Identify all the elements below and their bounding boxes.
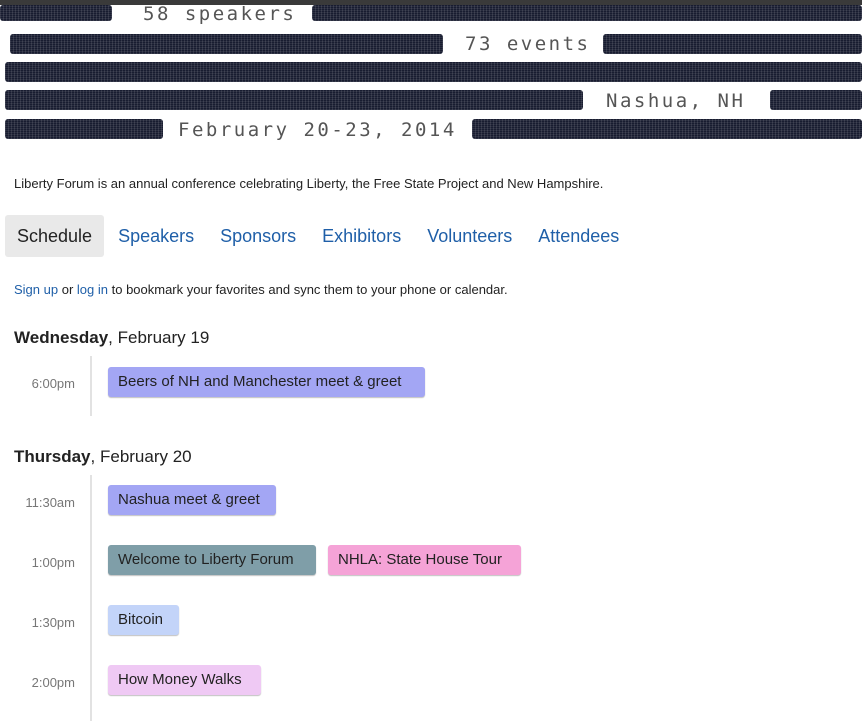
day-date: , February 20 [90, 447, 192, 466]
slot-time: 6:00pm [31, 376, 75, 391]
slot-time: 11:30am [25, 495, 75, 510]
banner-stripe [0, 5, 112, 21]
event-card[interactable]: How Money Walks [108, 665, 261, 695]
banner-stripe [770, 90, 862, 110]
tab-volunteers[interactable]: Volunteers [414, 215, 525, 257]
day-weekday: Thursday [14, 447, 91, 466]
tab-speakers[interactable]: Speakers [105, 215, 207, 257]
signup-link[interactable]: Sign up [14, 282, 58, 297]
slot-time: 1:30pm [31, 615, 75, 630]
speakers-count: 58 speakers [143, 3, 297, 25]
banner-stripe [312, 5, 862, 21]
timeline-line [90, 475, 92, 721]
tab-attendees[interactable]: Attendees [525, 215, 632, 257]
event-card[interactable]: Nashua meet & greet [108, 485, 276, 515]
signup-or: or [61, 282, 74, 297]
signup-rest: to bookmark your favorites and sync them… [111, 282, 508, 297]
events-count: 73 events [465, 33, 591, 55]
conference-banner: 58 speakers 73 events Nashua, NH Februar… [0, 0, 862, 150]
event-card[interactable]: Welcome to Liberty Forum [108, 545, 316, 575]
day-heading-wednesday: Wednesday, February 19 [14, 328, 209, 348]
login-link[interactable]: log in [77, 282, 108, 297]
banner-stripe [5, 90, 583, 110]
event-card[interactable]: Bitcoin [108, 605, 179, 635]
day-date: , February 19 [108, 328, 210, 347]
slot-time: 2:00pm [31, 675, 75, 690]
intro-text: Liberty Forum is an annual conference ce… [14, 176, 604, 191]
banner-stripe [5, 119, 163, 139]
day-heading-thursday: Thursday, February 20 [14, 447, 192, 467]
tab-sponsors[interactable]: Sponsors [207, 215, 309, 257]
tab-exhibitors[interactable]: Exhibitors [309, 215, 414, 257]
event-card[interactable]: Beers of NH and Manchester meet & greet [108, 367, 425, 397]
tab-schedule[interactable]: Schedule [5, 215, 105, 257]
signup-prompt: Sign up or log in to bookmark your favor… [14, 282, 508, 297]
day-weekday: Wednesday [14, 328, 109, 347]
banner-stripe [472, 119, 862, 139]
timeline-line [90, 356, 92, 416]
banner-stripe [5, 62, 862, 82]
section-tabs: Schedule Speakers Sponsors Exhibitors Vo… [5, 215, 632, 257]
banner-stripe [10, 34, 443, 54]
location: Nashua, NH [606, 90, 746, 112]
banner-stripe [603, 34, 862, 54]
slot-time: 1:00pm [31, 555, 75, 570]
conference-dates: February 20-23, 2014 [178, 119, 457, 141]
event-card[interactable]: NHLA: State House Tour [328, 545, 521, 575]
